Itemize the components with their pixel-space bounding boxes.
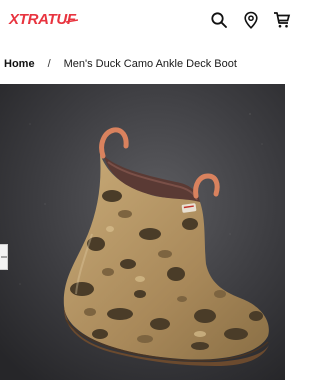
search-icon[interactable] <box>210 11 228 29</box>
breadcrumb: Home / Men's Duck Camo Ankle Deck Boot <box>4 55 237 73</box>
location-icon[interactable] <box>242 11 260 29</box>
cart-icon[interactable] <box>273 11 291 29</box>
carousel-prev-button[interactable] <box>0 244 8 270</box>
product-boot-image <box>0 84 285 380</box>
breadcrumb-separator: / <box>47 58 51 70</box>
logo-underline-mark <box>66 19 78 23</box>
site-header: XTRATUF <box>0 0 291 40</box>
chevron-left-icon <box>0 256 7 258</box>
product-image-panel[interactable] <box>0 84 285 380</box>
breadcrumb-home-link[interactable]: Home <box>4 58 35 70</box>
breadcrumb-current-page: Men's Duck Camo Ankle Deck Boot <box>63 58 237 70</box>
